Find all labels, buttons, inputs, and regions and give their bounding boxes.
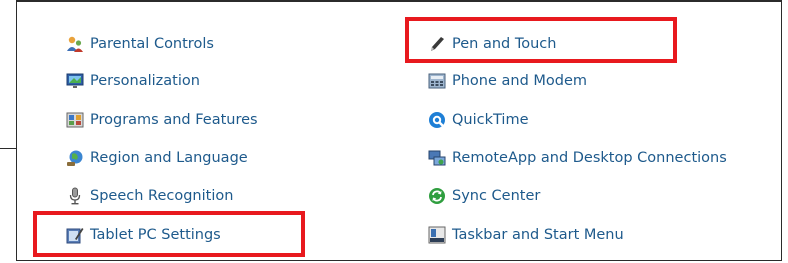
item-label: Speech Recognition — [90, 188, 234, 204]
item-label: Tablet PC Settings — [90, 227, 221, 243]
programs-features-icon — [66, 111, 84, 129]
region-language-icon — [66, 149, 84, 167]
quicktime-icon — [428, 111, 446, 129]
item-label: Personalization — [90, 73, 200, 89]
pen-icon — [428, 35, 446, 53]
taskbar-icon — [428, 226, 446, 244]
microphone-icon — [66, 187, 84, 205]
item-label: RemoteApp and Desktop Connections — [452, 150, 727, 166]
personalization-icon — [66, 72, 84, 90]
item-personalization[interactable]: Personalization — [66, 70, 200, 92]
item-label: Phone and Modem — [452, 73, 588, 89]
phone-modem-icon — [428, 72, 446, 90]
item-region-and-language[interactable]: Region and Language — [66, 147, 248, 169]
item-pen-and-touch[interactable]: Pen and Touch — [428, 33, 556, 55]
item-label: Pen and Touch — [452, 36, 557, 52]
item-label: Sync Center — [452, 188, 541, 204]
item-quicktime[interactable]: QuickTime — [428, 109, 529, 131]
item-label: Programs and Features — [90, 112, 258, 128]
item-taskbar-and-start-menu[interactable]: Taskbar and Start Menu — [428, 224, 624, 246]
item-programs-and-features[interactable]: Programs and Features — [66, 109, 258, 131]
item-remoteapp-and-desktop-connections[interactable]: RemoteApp and Desktop Connections — [428, 147, 727, 169]
remoteapp-icon — [428, 149, 446, 167]
item-phone-and-modem[interactable]: Phone and Modem — [428, 70, 587, 92]
item-tablet-pc-settings[interactable]: Tablet PC Settings — [66, 224, 221, 246]
tablet-pen-icon — [66, 226, 84, 244]
item-speech-recognition[interactable]: Speech Recognition — [66, 185, 233, 207]
sync-center-icon — [428, 187, 446, 205]
item-sync-center[interactable]: Sync Center — [428, 185, 540, 207]
item-label: QuickTime — [452, 112, 529, 128]
item-parental-controls[interactable]: Parental Controls — [66, 33, 214, 55]
background-window-edge — [0, 0, 17, 149]
item-label: Taskbar and Start Menu — [452, 227, 624, 243]
item-label: Region and Language — [90, 150, 248, 166]
parental-controls-icon — [66, 35, 84, 53]
item-label: Parental Controls — [90, 36, 214, 52]
